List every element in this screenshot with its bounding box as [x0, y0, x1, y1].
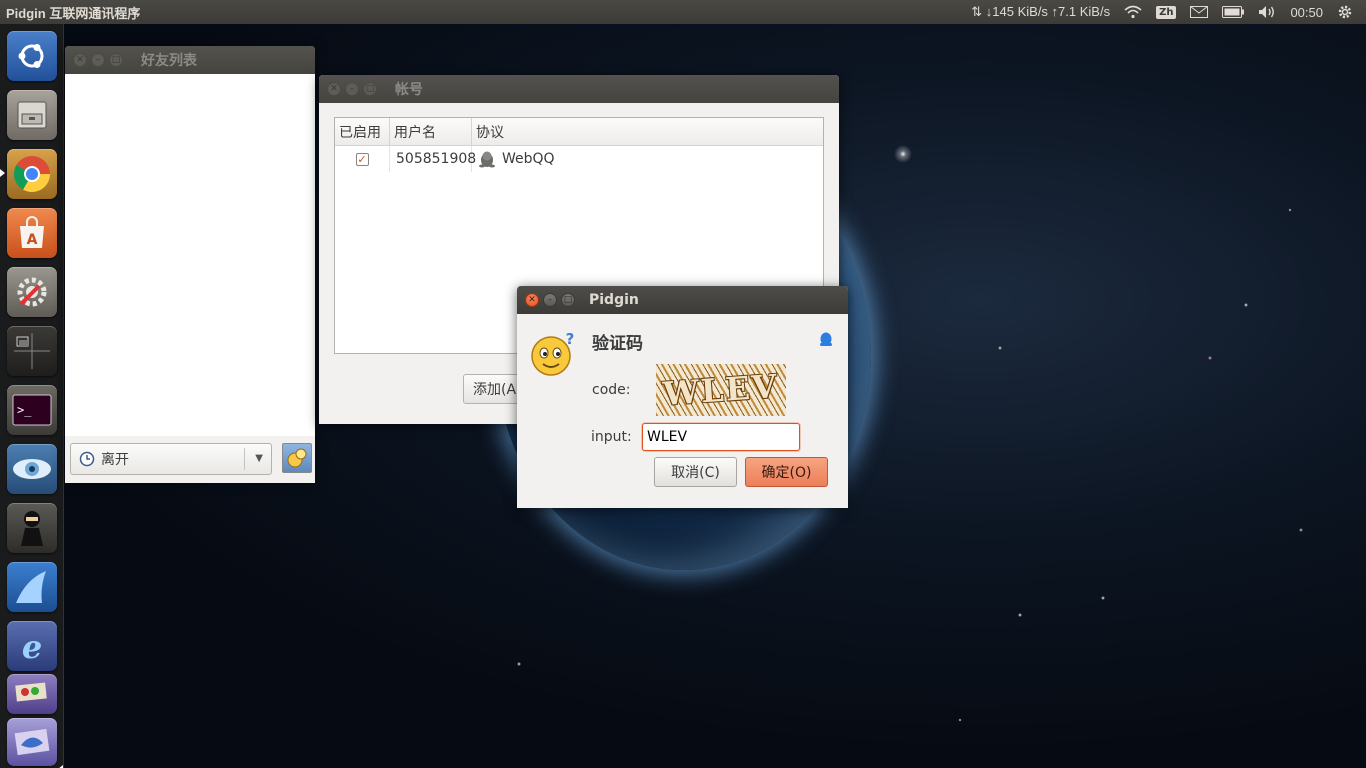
launcher-stacked-apps-1[interactable]: [7, 674, 57, 714]
wifi-icon[interactable]: [1117, 0, 1149, 24]
launcher-ninja-app[interactable]: [7, 503, 57, 553]
launcher-workspace-switcher[interactable]: [7, 326, 57, 376]
input-label: input:: [591, 429, 632, 445]
code-label: code:: [592, 382, 631, 398]
captcha-heading: 验证码: [592, 334, 643, 354]
launcher-eye-app[interactable]: [7, 444, 57, 494]
ok-button[interactable]: 确定(O): [745, 457, 828, 487]
input-method-label: Zh: [1156, 5, 1177, 19]
settings-wrench-icon: [17, 277, 47, 307]
running-indicator: [0, 169, 5, 177]
input-method-indicator[interactable]: Zh: [1149, 0, 1183, 24]
column-header-protocol[interactable]: 协议: [472, 118, 823, 145]
captcha-dialog-title: Pidgin: [589, 292, 639, 308]
captcha-image-text: WLEV: [661, 367, 781, 413]
workspace-switcher-icon: [14, 333, 50, 369]
close-icon[interactable]: ✕: [73, 53, 87, 67]
qq-bell-icon: [820, 332, 832, 346]
unity-launcher: A >_ e: [0, 24, 64, 768]
status-value: 离开: [101, 452, 129, 468]
minimize-icon[interactable]: –: [91, 53, 105, 67]
clock[interactable]: 00:50: [1283, 0, 1330, 24]
accounts-title: 帐号: [395, 82, 423, 98]
buddy-avatar-icon: [287, 448, 307, 468]
combo-separator: [244, 448, 245, 470]
svg-text:A: A: [27, 232, 38, 248]
launcher-terminal[interactable]: >_: [7, 385, 57, 435]
ninja-icon: [21, 511, 43, 546]
enabled-checkbox[interactable]: ✓: [355, 152, 369, 166]
qq-penguin-icon: [479, 151, 495, 168]
minimize-icon[interactable]: –: [345, 82, 359, 96]
protocol-cell: WebQQ: [472, 146, 823, 172]
maximize-icon[interactable]: □: [109, 53, 123, 67]
buddy-list-window: ✕ – □ 好友列表 离开 ▼: [65, 46, 315, 483]
browser-e-icon: e: [22, 628, 42, 664]
buddy-list-title: 好友列表: [141, 53, 197, 69]
eye-icon: [13, 459, 51, 479]
file-cabinet-icon: [17, 101, 47, 129]
column-header-enabled[interactable]: 已启用: [335, 118, 390, 145]
launcher-system-settings[interactable]: [7, 267, 57, 317]
chevron-down-icon: ▼: [255, 453, 263, 464]
minimize-icon[interactable]: –: [543, 293, 557, 307]
captcha-dialog: ✕ – □ Pidgin ? 验证码 code: WLEV input: 取消(…: [517, 286, 848, 508]
captcha-input[interactable]: [642, 423, 800, 451]
clock-status-icon: [79, 451, 95, 467]
cancel-button[interactable]: 取消(C): [654, 457, 737, 487]
username-cell: 505851908: [390, 146, 476, 172]
svg-text:e: e: [22, 628, 42, 664]
fish-app-icon: [14, 728, 50, 756]
launcher-software-center[interactable]: A: [7, 208, 57, 258]
svg-text:?: ?: [566, 331, 575, 348]
launcher-stacked-apps-2[interactable]: [7, 718, 57, 766]
captcha-titlebar[interactable]: ✕ – □ Pidgin: [517, 286, 848, 314]
launcher-wireshark[interactable]: [7, 562, 57, 612]
active-app-title: Pidgin 互联网通讯程序: [6, 5, 141, 21]
buddy-list-titlebar[interactable]: ✕ – □ 好友列表: [65, 46, 315, 74]
battery-icon[interactable]: [1215, 0, 1251, 24]
accounts-titlebar[interactable]: ✕ – □ 帐号: [319, 75, 839, 103]
maximize-icon[interactable]: □: [363, 82, 377, 96]
buddy-list-area[interactable]: [65, 74, 315, 436]
terminal-icon: >_: [12, 394, 52, 426]
chromium-icon: [13, 156, 51, 193]
accounts-table-header: 已启用 用户名 协议: [335, 118, 823, 146]
table-row[interactable]: ✓ 505851908 WebQQ: [335, 146, 823, 172]
launcher-browser-e[interactable]: e: [7, 621, 57, 671]
status-message-button[interactable]: [282, 443, 312, 473]
captcha-body: ? 验证码 code: WLEV input: 取消(C) 确定(O): [517, 314, 848, 508]
status-dropdown[interactable]: 离开 ▼: [70, 443, 272, 475]
captcha-image: WLEV: [656, 364, 786, 416]
stacked-apps-icon: [15, 682, 47, 702]
shopping-bag-icon: A: [20, 216, 44, 248]
buddy-list-footer: 离开 ▼: [65, 436, 315, 483]
ubuntu-logo-icon: [18, 44, 44, 68]
shark-fin-icon: [16, 571, 46, 603]
svg-text:>_: >_: [17, 403, 32, 417]
question-smiley-icon: ?: [531, 331, 575, 376]
launcher-chromium[interactable]: [7, 149, 57, 199]
net-speed-indicator[interactable]: ⇅ ↓145 KiB/s ↑7.1 KiB/s: [964, 0, 1117, 24]
column-header-username[interactable]: 用户名: [390, 118, 472, 145]
indicator-area: ⇅ ↓145 KiB/s ↑7.1 KiB/s Zh 00:50: [964, 0, 1360, 24]
top-panel: Pidgin 互联网通讯程序 ⇅ ↓145 KiB/s ↑7.1 KiB/s Z…: [0, 0, 1366, 24]
mail-icon[interactable]: [1183, 0, 1215, 24]
launcher-dash-button[interactable]: [7, 31, 57, 81]
launcher-files[interactable]: [7, 90, 57, 140]
enabled-cell: ✓: [335, 146, 390, 172]
protocol-name: WebQQ: [502, 151, 555, 167]
volume-icon[interactable]: [1251, 0, 1283, 24]
close-icon[interactable]: ✕: [525, 293, 539, 307]
gear-icon[interactable]: [1330, 0, 1360, 24]
close-icon[interactable]: ✕: [327, 82, 341, 96]
maximize-icon[interactable]: □: [561, 293, 575, 307]
